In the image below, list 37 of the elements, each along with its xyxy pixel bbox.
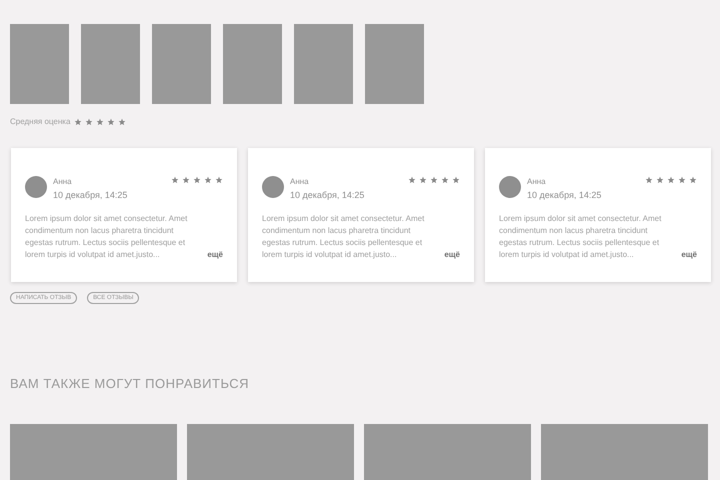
star-icon bbox=[667, 176, 675, 184]
star-icon bbox=[419, 176, 427, 184]
star-icon bbox=[656, 176, 664, 184]
star-icon bbox=[85, 118, 94, 126]
avatar bbox=[25, 176, 47, 198]
author-name: Анна bbox=[53, 176, 73, 188]
more-link[interactable]: ещё bbox=[207, 248, 223, 260]
star-icon bbox=[96, 118, 104, 126]
average-rating-label: Средняя оценка bbox=[10, 116, 70, 128]
review-date: 10 декабря, 14:25 bbox=[53, 189, 128, 202]
more-link[interactable]: ещё bbox=[444, 248, 460, 260]
star-icon bbox=[182, 176, 190, 184]
star-icon bbox=[678, 176, 686, 184]
review-date: 10 декабря, 14:25 bbox=[527, 189, 602, 202]
author-name: Анна bbox=[527, 176, 547, 188]
review-text: Lorem ipsum dolor sit amet consectetur. Amet condimentum non lacus pharetra tincidunt egestas rutrum. Lectus sociis pellentesque et lorem turpis id volutpat id amet.justo... bbox=[25, 212, 188, 260]
star-icon bbox=[118, 118, 126, 126]
review-date: 10 декабря, 14:25 bbox=[290, 189, 366, 202]
star-icon bbox=[430, 176, 438, 184]
star-icon bbox=[215, 176, 223, 184]
star-icon bbox=[171, 176, 179, 184]
avatar bbox=[499, 176, 521, 198]
review-text: Lorem ipsum dolor sit amet consectetur. Amet condimentum non lacus pharetra tincidunt egestas rutrum. Lectus sociis pellentesque et lorem turpis id volutpat id amet.justo... bbox=[262, 212, 426, 260]
star-icon bbox=[204, 176, 212, 184]
star-icon bbox=[689, 176, 697, 184]
star-icon bbox=[645, 176, 653, 184]
star-icon bbox=[193, 176, 201, 184]
star-icon bbox=[452, 176, 460, 184]
star-icon bbox=[441, 176, 449, 184]
star-icon bbox=[107, 118, 116, 126]
more-link[interactable]: ещё bbox=[681, 248, 697, 260]
star-icon bbox=[408, 176, 416, 184]
author-name: Анна bbox=[290, 176, 310, 188]
review-text: Lorem ipsum dolor sit amet consectetur. Amet condimentum non lacus pharetra tincidunt egestas rutrum. Lectus sociis pellentesque et lorem turpis id volutpat id amet.justo... bbox=[499, 212, 662, 260]
star-icon bbox=[74, 118, 82, 126]
avatar bbox=[262, 176, 284, 198]
section-heading: ВАМ ТАКЖЕ МОГУТ ПОНРАВИТЬСЯ bbox=[10, 375, 250, 393]
